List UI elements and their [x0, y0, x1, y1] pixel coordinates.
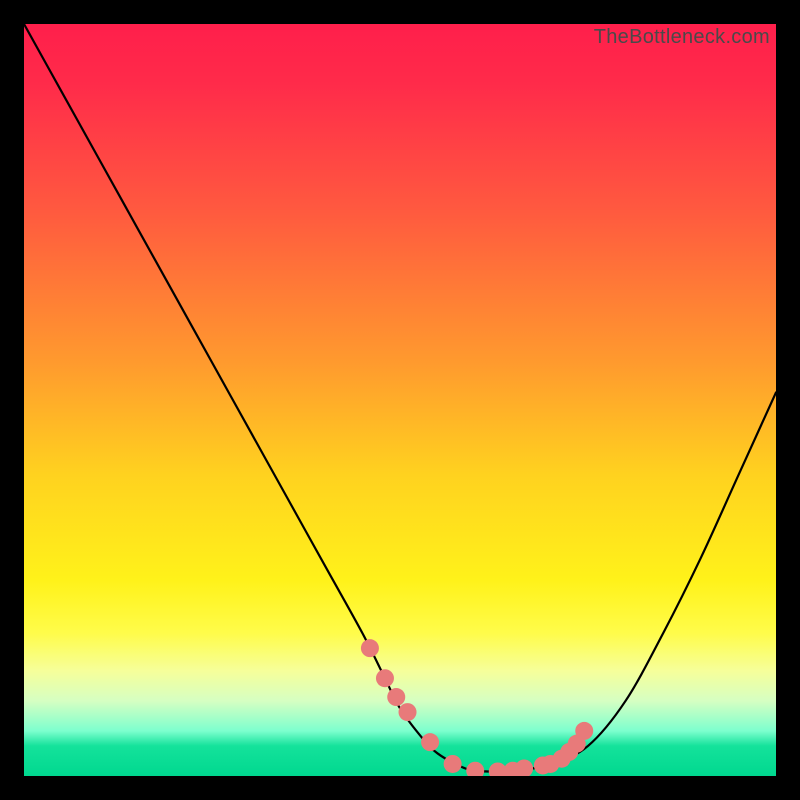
curve-layer [24, 24, 776, 776]
highlight-dot [575, 722, 593, 740]
highlight-dot [466, 762, 484, 776]
highlight-dot [361, 639, 379, 657]
highlight-dot [376, 669, 394, 687]
highlight-dot [515, 759, 533, 776]
bottleneck-curve-path [24, 24, 776, 772]
highlight-dots-group [361, 639, 593, 776]
highlight-dot [399, 703, 417, 721]
plot-area: TheBottleneck.com [24, 24, 776, 776]
chart-frame: TheBottleneck.com [0, 0, 800, 800]
highlight-dot [444, 755, 462, 773]
highlight-dot [421, 733, 439, 751]
highlight-dot [387, 688, 405, 706]
